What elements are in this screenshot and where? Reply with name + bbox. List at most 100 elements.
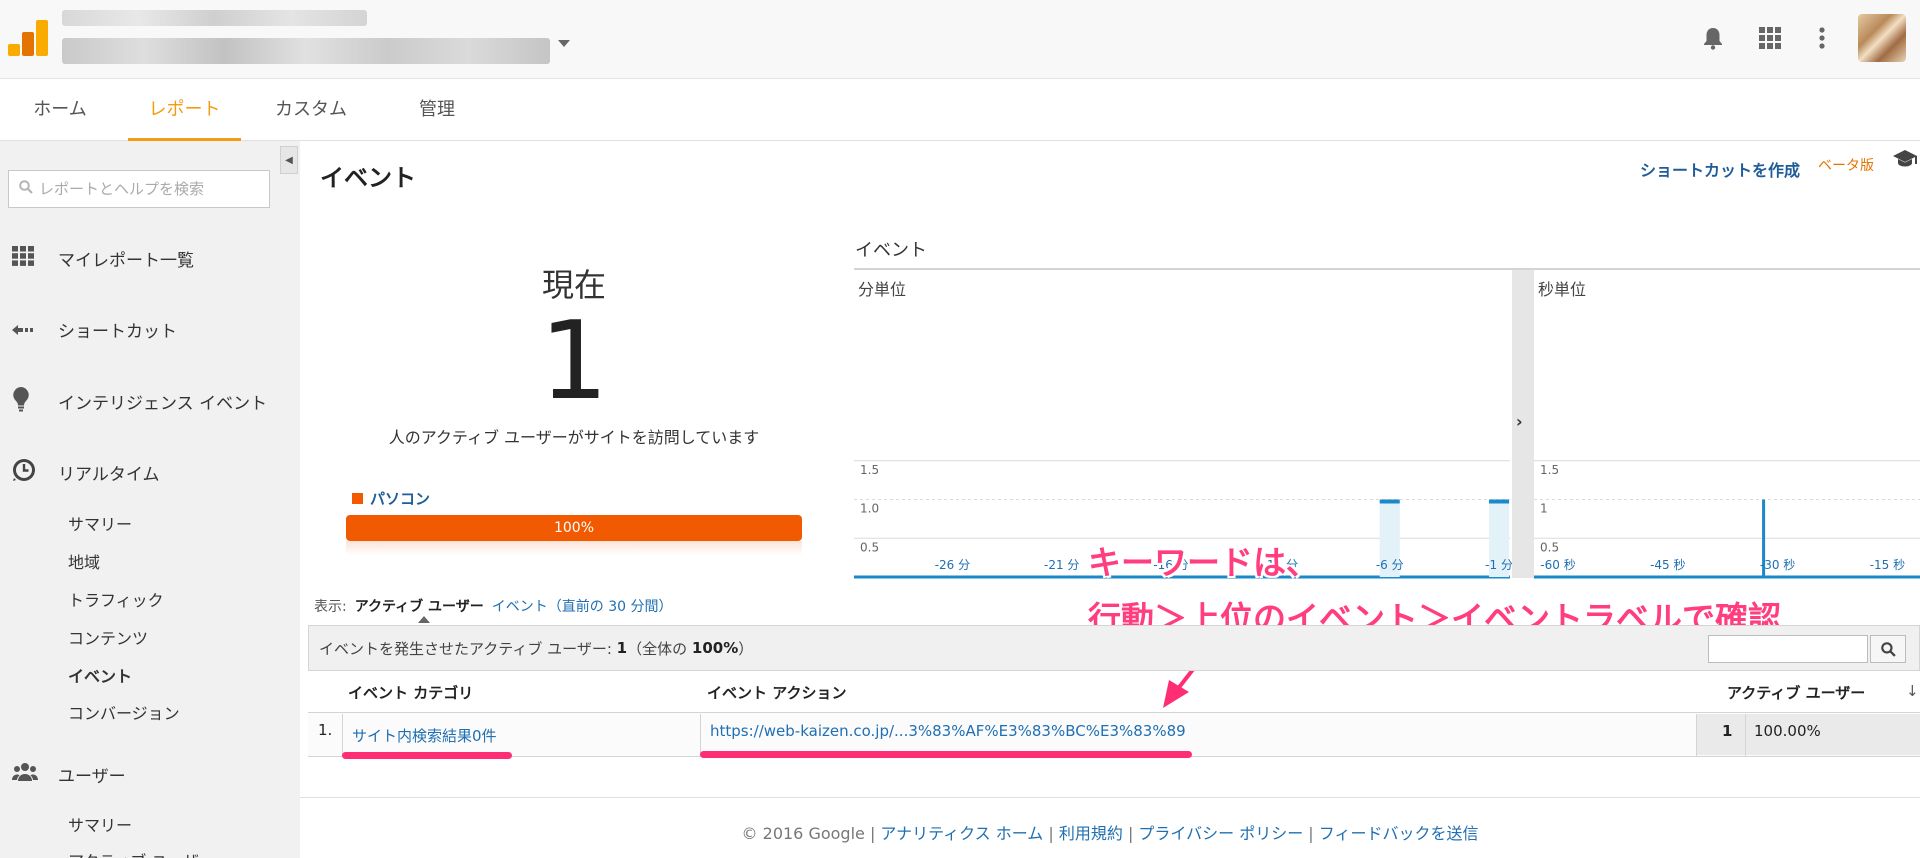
tab-reports[interactable]: レポート [128, 80, 241, 141]
sidebar-item-label: インテリジェンス イベント [58, 393, 268, 414]
sidebar-collapse-button[interactable]: ◀ [280, 146, 298, 174]
active-users-description: 人のアクティブ ユーザーがサイトを訪問しています [388, 428, 760, 447]
y-tick-label: 0.5 [1540, 540, 1559, 554]
device-legend[interactable]: パソコン [352, 488, 430, 509]
sidebar-item-shortcuts[interactable]: ショートカット [0, 309, 300, 349]
search-icon [1880, 641, 1896, 657]
sidebar-sub-users-summary[interactable]: サマリー [68, 812, 132, 836]
search-icon [19, 180, 33, 198]
arrow-down-icon[interactable]: ↓ [1906, 682, 1919, 700]
annotation-underline [700, 751, 1192, 758]
footer-copyright: © 2016 Google [741, 824, 865, 843]
account-dropdown-icon[interactable] [558, 40, 570, 47]
footer-link-privacy[interactable]: プライバシー ポリシー [1138, 824, 1303, 843]
sidebar-sub-content[interactable]: コンテンツ [68, 625, 148, 649]
device-share-bar: 100% [346, 515, 802, 541]
beta-badge: ベータ版 [1818, 158, 1874, 174]
summary-prefix: イベントを発生させたアクティブ ユーザー: [319, 639, 612, 658]
shortcut-arrow-icon [0, 317, 46, 341]
footer-link-terms[interactable]: 利用規約 [1059, 824, 1123, 843]
display-label: 表示: [314, 599, 347, 615]
y-tick-label: 1 [1540, 502, 1548, 516]
footer-link-analytics-home[interactable]: アナリティクス ホーム [880, 824, 1043, 843]
analytics-logo-icon[interactable] [8, 20, 48, 56]
lightbulb-icon [0, 386, 46, 417]
y-tick-label: 1.0 [860, 502, 879, 516]
summary-mid: （全体の [627, 639, 688, 658]
display-caret-icon [418, 616, 430, 623]
column-separator [1696, 714, 1697, 756]
display-toggle: 表示: アクティブ ユーザー イベント（直前の 30 分間） [314, 596, 673, 616]
events-chart: 0.5 1.0 1.5 -26 分 -21 分 -16 分 -11 分 -6 分 -1 分 0.5… [854, 268, 1920, 579]
dashboard-grid-icon [0, 245, 46, 271]
x-tick-label: -15 秒 [1870, 558, 1905, 572]
bell-icon[interactable] [1697, 22, 1729, 54]
tab-admin[interactable]: 管理 [400, 80, 474, 141]
column-header-event-category[interactable]: イベント カテゴリ [348, 682, 473, 703]
y-tick-label: 1.5 [860, 463, 879, 477]
sidebar-sub-conversions[interactable]: コンバージョン [68, 700, 180, 724]
device-bar-reflection [346, 541, 802, 555]
chart-title: イベント [855, 240, 927, 261]
create-shortcut-link[interactable]: ショートカットを作成 [1640, 157, 1800, 181]
account-name-redacted[interactable] [62, 10, 367, 26]
sidebar-sub-events[interactable]: イベント [68, 663, 132, 687]
footer-divider [300, 797, 1920, 798]
graduation-cap-icon[interactable] [1892, 148, 1918, 174]
table-summary: イベントを発生させたアクティブ ユーザー: 1 （全体の 100%） [308, 625, 1920, 671]
chart-bar-cap [1489, 499, 1510, 504]
summary-end: ） [738, 639, 754, 658]
search-input[interactable] [39, 180, 259, 198]
chart-expand-arrow-icon[interactable]: › [1516, 412, 1523, 431]
footer-link-feedback[interactable]: フィードバックを送信 [1319, 824, 1479, 843]
x-tick-label: -45 秒 [1650, 558, 1685, 572]
users-icon [0, 762, 46, 787]
page-title: イベント [320, 164, 416, 192]
footer: © 2016 Google | アナリティクス ホーム | 利用規約 | プライ… [741, 824, 1479, 843]
sidebar-sub-location[interactable]: 地域 [68, 549, 100, 573]
display-active-users-option[interactable]: アクティブ ユーザー [355, 596, 484, 616]
sidebar-item-label: リアルタイム [58, 464, 160, 485]
sidebar-item-label: ユーザー [58, 766, 126, 787]
sidebar-search[interactable] [8, 170, 270, 208]
active-users-percent: 100.00% [1754, 722, 1821, 740]
summary-percent: 100% [691, 639, 739, 657]
event-action-link[interactable]: https://web-kaizen.co.jp/...3%83%AF%E3%8… [710, 722, 1186, 740]
event-category-link[interactable]: サイト内検索結果0件 [352, 725, 497, 746]
active-users-count: 1 [539, 299, 609, 424]
apps-grid-icon[interactable] [1754, 22, 1786, 54]
x-tick-label: -60 秒 [1540, 558, 1575, 572]
sidebar-sub-traffic[interactable]: トラフィック [68, 587, 164, 611]
sidebar-item-label: ショートカット [58, 321, 177, 342]
column-separator [342, 714, 343, 756]
tab-custom[interactable]: カスタム [266, 80, 356, 141]
sidebar-item-label: マイレポート一覧 [58, 250, 194, 271]
device-label: パソコン [370, 490, 431, 508]
x-tick-label: -6 分 [1376, 558, 1404, 572]
sidebar-item-realtime[interactable]: リアルタイム [0, 452, 300, 492]
chart-subtitle-seconds: 秒単位 [1538, 280, 1587, 299]
avatar[interactable] [1858, 14, 1906, 62]
y-tick-label: 1.5 [1540, 463, 1559, 477]
sidebar-item-users[interactable]: ユーザー [0, 754, 300, 794]
table-search-button[interactable] [1870, 635, 1906, 663]
column-header-event-action[interactable]: イベント アクション [707, 682, 846, 703]
property-name-redacted[interactable] [62, 38, 550, 64]
sidebar-sub-summary[interactable]: サマリー [68, 511, 132, 535]
top-header [0, 0, 1920, 79]
more-vert-icon[interactable] [1806, 22, 1838, 54]
sidebar-item-intelligence-events[interactable]: インテリジェンス イベント [0, 381, 300, 421]
x-tick-label: -21 分 [1044, 558, 1079, 572]
main-nav: ホーム レポート カスタム 管理 [0, 80, 1920, 141]
sidebar-sub-active-users[interactable]: アクティブ ユーザー [68, 848, 215, 858]
column-separator [1745, 714, 1746, 756]
row-index: 1. [318, 721, 333, 739]
column-header-active-users[interactable]: アクティブ ユーザー [1727, 682, 1865, 703]
summary-count: 1 [616, 639, 628, 657]
tab-home[interactable]: ホーム [20, 80, 100, 141]
events-chart-svg: 0.51.01.5-26 分 -21 分 -16 分 -11 分 -6 分 -1 分0.5… [854, 460, 1920, 579]
table-search-input[interactable] [1708, 635, 1868, 663]
x-tick-label: -1 分 [1485, 558, 1513, 572]
display-events-option[interactable]: イベント（直前の 30 分間） [492, 596, 673, 616]
sidebar-item-my-reports[interactable]: マイレポート一覧 [0, 238, 300, 278]
